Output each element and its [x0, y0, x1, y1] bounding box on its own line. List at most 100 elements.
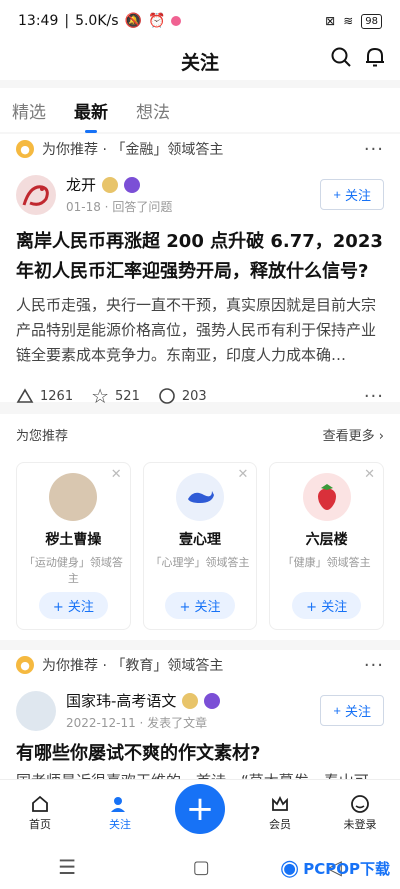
more-options-icon[interactable]: ··· — [364, 655, 384, 676]
nav-label: 首页 — [29, 818, 51, 831]
bottom-nav: 首页 关注 + 会员 未登录 — [0, 779, 400, 845]
top-bar: 关注 — [0, 42, 400, 80]
people-icon — [111, 797, 125, 812]
avatar — [49, 473, 98, 521]
post-meta: 2022-12-11 · 发表了文章 — [66, 716, 208, 730]
tab-featured[interactable]: 精选 — [12, 98, 46, 123]
crown-icon — [272, 795, 288, 811]
recommend-follow-label: 关注 — [321, 600, 348, 615]
strawberry-icon — [317, 484, 336, 510]
avatar — [302, 473, 351, 521]
follow-button-label: 关注 — [344, 188, 371, 203]
nav-home[interactable]: 首页 — [10, 794, 70, 832]
follow-button[interactable]: + 关注 — [320, 695, 384, 726]
status-speed: 5.0K/s — [75, 13, 119, 29]
home-icon — [32, 795, 48, 812]
see-more-link[interactable]: 查看更多 › — [323, 425, 384, 444]
recommend-icon: ● — [16, 656, 34, 674]
level-badge-icon — [182, 692, 199, 709]
comment-count: 203 — [181, 388, 207, 404]
home-square-icon[interactable]: ▢ — [193, 857, 210, 878]
chevron-right-icon: › — [378, 428, 384, 444]
see-more-label: 查看更多 — [322, 428, 375, 444]
nav-label: 会员 — [269, 818, 291, 831]
star-icon: ☆ — [91, 384, 110, 408]
bell-icon[interactable] — [364, 46, 386, 68]
recommend-text: 为你推荐 · 「教育」领域答主 — [42, 658, 224, 674]
status-bar: 13:49 | 5.0K/s 🔕 ⏰ ⊠ ≋ 98 — [0, 0, 400, 42]
dismiss-icon[interactable]: ✕ — [111, 467, 122, 482]
avatar[interactable] — [16, 690, 56, 731]
nav-profile[interactable]: 未登录 — [330, 794, 390, 832]
recommend-line: ● 为你推荐 · 「教育」领域答主 ··· — [0, 652, 400, 678]
post-more-icon[interactable]: ··· — [364, 386, 384, 407]
watermark-logo: ◉ PCPOP下载 — [280, 856, 390, 881]
plus-icon: + — [333, 703, 341, 718]
nav-follow[interactable]: 关注 — [90, 794, 150, 832]
recommend-line: ● 为你推荐 · 「金融」领域答主 ··· — [0, 136, 400, 162]
recommend-header: 为您推荐 查看更多 › — [0, 414, 400, 454]
follow-button-label: 关注 — [344, 704, 371, 719]
recommend-section: 为您推荐 查看更多 › ✕ 秽土曹操 「运动健身」领域答主 + 关注 ✕ 壹心理… — [0, 414, 400, 640]
search-icon[interactable] — [330, 46, 352, 68]
dismiss-icon[interactable]: ✕ — [364, 467, 375, 482]
favorite-count: 521 — [115, 388, 140, 404]
post-meta: 01-18 · 回答了问题 — [66, 200, 173, 214]
recommend-desc: 「健康」领域答主 — [282, 556, 371, 569]
author-name[interactable]: 国家玮-高考语文 — [66, 690, 176, 711]
battery-icon: 98 — [361, 13, 382, 29]
avatar[interactable] — [16, 174, 56, 215]
upvote-count: 1261 — [40, 388, 74, 404]
question-title[interactable]: 有哪些你屡试不爽的作文素材? — [0, 739, 400, 769]
menu-icon[interactable]: ☰ — [58, 855, 76, 879]
recommend-name: 壹心理 — [179, 532, 221, 548]
author-row: 龙开 01-18 · 回答了问题 + 关注 — [0, 174, 400, 215]
more-options-icon[interactable]: ··· — [364, 139, 384, 160]
recommend-follow-button[interactable]: + 关注 — [38, 592, 108, 619]
plus-icon: + — [333, 187, 341, 202]
answer-excerpt[interactable]: 人民币走强，央行一直不干预，真实原因就是目前大宗产品特别是能源价格高位，强势人民… — [0, 293, 400, 368]
watermark-text: PCPOP下载 — [303, 860, 390, 878]
recommend-card[interactable]: ✕ 六层楼 「健康」领域答主 + 关注 — [269, 462, 385, 630]
recommend-follow-label: 关注 — [194, 600, 221, 615]
nav-vip[interactable]: 会员 — [250, 794, 310, 832]
comment-button[interactable]: 203 — [158, 387, 207, 405]
feed-post-1[interactable]: ● 为你推荐 · 「金融」领域答主 ··· 龙开 01-18 · 回答了问题 +… — [0, 134, 400, 408]
recommend-desc: 「心理学」领域答主 — [150, 556, 250, 569]
recommend-follow-label: 关注 — [67, 600, 94, 615]
recommend-icon: ● — [16, 140, 34, 158]
comment-icon — [159, 388, 175, 404]
author-name[interactable]: 龙开 — [66, 174, 96, 195]
page-title: 关注 — [180, 51, 219, 74]
feed-post-2[interactable]: ● 为你推荐 · 「教育」领域答主 ··· 国家玮-高考语文 2022-12-1… — [0, 650, 400, 779]
recommend-title: 为您推荐 — [16, 428, 69, 444]
action-bar: 1261 ☆ 521 203 ··· — [0, 384, 400, 408]
alarm-icon: ⏰ — [147, 13, 166, 29]
dismiss-icon[interactable]: ✕ — [237, 467, 248, 482]
avatar — [176, 473, 224, 521]
mute-icon: 🔕 — [124, 13, 142, 29]
status-divider: | — [64, 13, 70, 29]
recommend-card[interactable]: ✕ 壹心理 「心理学」领域答主 + 关注 — [142, 462, 258, 630]
question-title[interactable]: 离岸人民币再涨超 200 点升破 6.77，2023 年初人民币汇率迎强势开局，… — [0, 227, 400, 287]
create-button[interactable]: + — [170, 784, 230, 834]
favorite-button[interactable]: ☆ 521 — [91, 384, 140, 408]
certified-badge-icon — [204, 692, 221, 709]
tab-latest[interactable]: 最新 — [74, 98, 108, 133]
nav-label: 关注 — [109, 818, 131, 831]
upvote-button[interactable]: 1261 — [16, 388, 73, 404]
recommend-name: 秽土曹操 — [45, 532, 102, 548]
answer-excerpt[interactable]: 国老师最近很喜欢王维的一首诗，“草木蔓发，春山可 — [0, 769, 400, 779]
wifi-icon: ≋ — [343, 14, 354, 28]
nav-label: 未登录 — [343, 818, 377, 831]
recommend-text: 为你推荐 · 「金融」领域答主 — [42, 142, 224, 158]
recommend-card[interactable]: ✕ 秽土曹操 「运动健身」领域答主 + 关注 — [16, 462, 131, 630]
smile-icon — [351, 795, 369, 813]
tab-thoughts[interactable]: 想法 — [136, 98, 170, 123]
dragon-avatar-icon — [22, 184, 49, 206]
recommend-follow-button[interactable]: + 关注 — [165, 592, 235, 619]
follow-button[interactable]: + 关注 — [320, 179, 384, 210]
sim-icon: ⊠ — [325, 14, 336, 28]
level-badge-icon — [102, 176, 119, 193]
recommend-follow-button[interactable]: + 关注 — [292, 592, 362, 619]
